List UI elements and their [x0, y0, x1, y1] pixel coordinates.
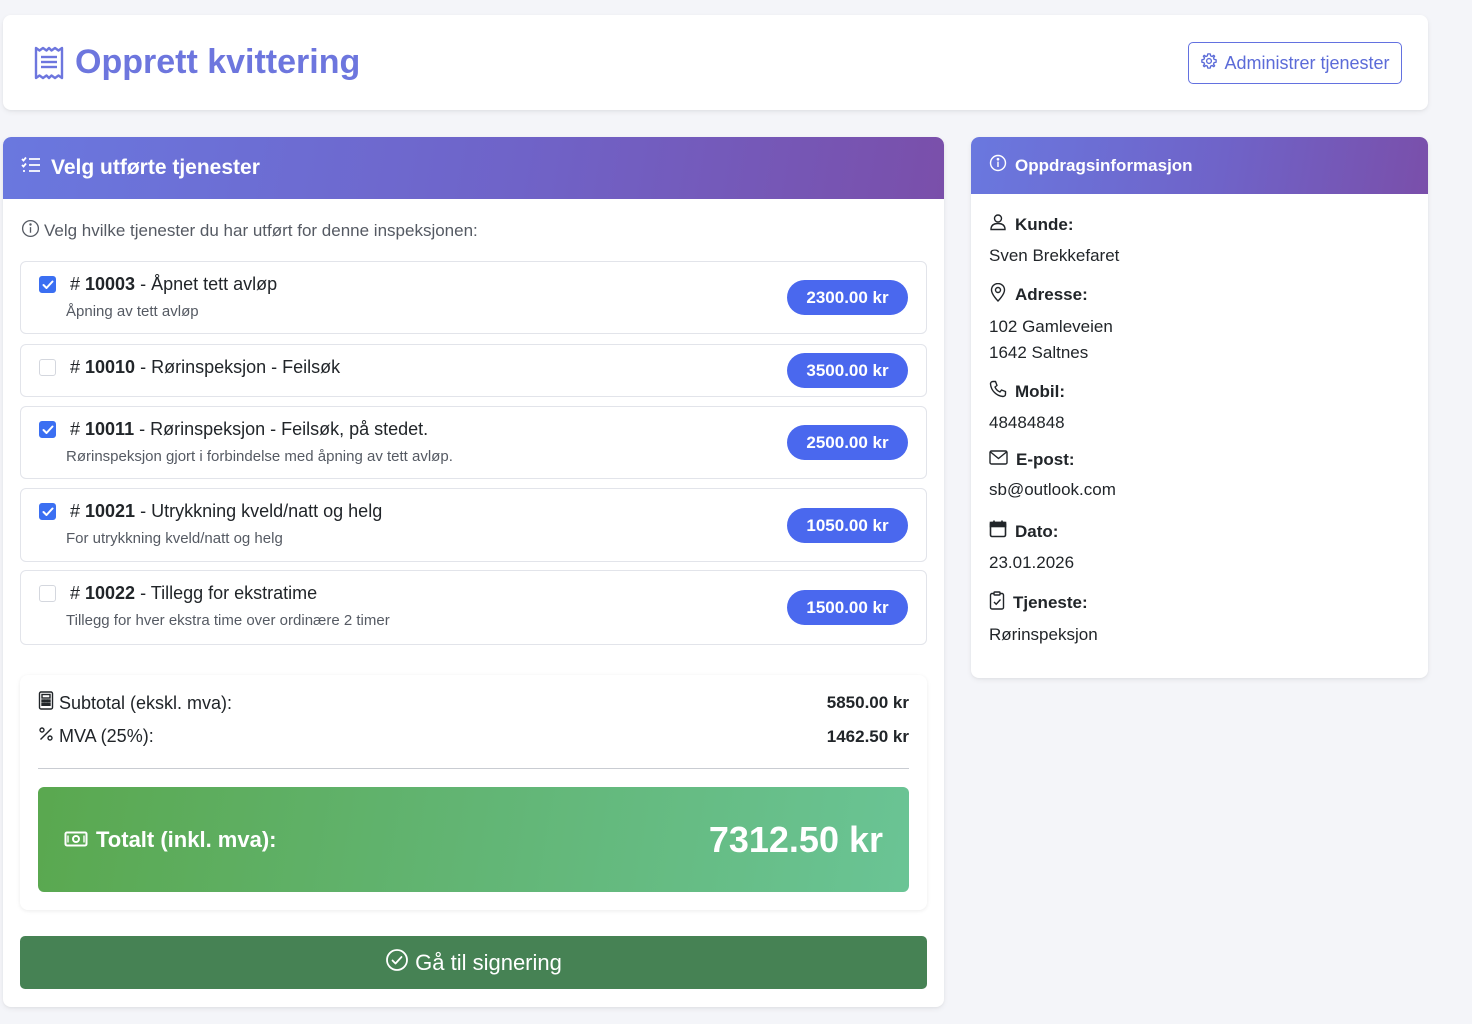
service-block: Tjeneste: Rørinspeksjon — [989, 591, 1098, 648]
services-intro-text: Velg hvilke tjenester du har utført for … — [44, 221, 478, 240]
person-icon — [989, 213, 1007, 236]
service-price-badge: 2500.00 kr — [787, 425, 908, 460]
email-value: sb@outlook.com — [989, 480, 1116, 499]
service-checkbox[interactable] — [39, 421, 56, 438]
service-item-10003[interactable]: # 10003 - Åpnet tett avløp Åpning av tet… — [20, 261, 927, 334]
service-title: # 10003 - Åpnet tett avløp — [70, 274, 278, 294]
address-block: Adresse: 102 Gamleveien 1642 Saltnes — [989, 282, 1113, 366]
subtotal-row: Subtotal (ekskl. mva): 5850.00 kr — [38, 691, 909, 715]
services-card-header: Velg utførte tjenester — [3, 137, 944, 199]
mobile-block: Mobil: 48484848 — [989, 380, 1065, 436]
info-circle-icon — [989, 154, 1007, 177]
service-price-badge: 2300.00 kr — [787, 280, 908, 315]
service-title: # 10021 - Utrykkning kveld/natt og helg — [70, 501, 383, 521]
service-item-10021[interactable]: # 10021 - Utrykkning kveld/natt og helg … — [20, 488, 927, 562]
check-circle-icon — [385, 948, 409, 978]
geo-pin-icon — [989, 282, 1007, 307]
assignment-info-card: Oppdragsinformasjon Kunde: Sven Brekkefa… — [971, 137, 1428, 678]
grand-total-value: 7312.50 kr — [708, 818, 883, 860]
grand-total-box: Totalt (inkl. mva): 7312.50 kr — [38, 787, 909, 892]
email-block: E-post: sb@outlook.com — [989, 450, 1116, 503]
service-number: 10011 — [85, 419, 135, 439]
service-title: # 10022 - Tillegg for ekstratime — [70, 583, 318, 603]
service-name: Tillegg for ekstratime — [150, 583, 318, 603]
address-label: Adresse: — [1015, 285, 1088, 304]
percent-icon — [38, 726, 54, 747]
address-line-1: 102 Gamleveien — [989, 317, 1113, 336]
page-header: Opprett kvittering Administrer tjenester — [3, 15, 1428, 110]
service-number: 10010 — [85, 357, 136, 377]
vat-label: MVA (25%): — [59, 726, 154, 746]
date-block: Dato: 23.01.2026 — [989, 520, 1074, 576]
service-item-10022[interactable]: # 10022 - Tillegg for ekstratime Tillegg… — [20, 570, 927, 645]
service-price-badge: 1050.00 kr — [787, 508, 908, 543]
service-name: Rørinspeksjon - Feilsøk — [151, 357, 341, 377]
receipt-icon — [33, 46, 65, 80]
subtotal-value: 5850.00 kr — [826, 693, 909, 712]
subtotal-label: Subtotal (ekskl. mva): — [59, 692, 233, 713]
mobile-label: Mobil: — [1015, 381, 1066, 401]
admin-services-button[interactable]: Administrer tjenester — [1188, 42, 1402, 84]
date-label: Dato: — [1015, 521, 1059, 541]
service-description: Rørinspeksjon gjort i forbindelse med åp… — [66, 448, 453, 465]
service-price-badge: 3500.00 kr — [787, 353, 908, 388]
totals-divider — [38, 768, 909, 769]
address-value: 102 Gamleveien 1642 Saltnes — [989, 314, 1113, 366]
service-number: 10021 — [85, 501, 136, 521]
service-title: # 10011 - Rørinspeksjon - Feilsøk, på st… — [70, 419, 429, 439]
services-card-title: Velg utførte tjenester — [51, 156, 260, 179]
clipboard-check-icon — [989, 591, 1005, 615]
calendar-icon — [989, 520, 1007, 543]
mobile-value: 48484848 — [989, 413, 1065, 432]
customer-label: Kunde: — [1015, 214, 1074, 234]
service-description: Tillegg for hver ekstra time over ordinæ… — [66, 612, 390, 629]
service-number: 10022 — [85, 583, 136, 603]
service-title: # 10010 - Rørinspeksjon - Feilsøk — [70, 357, 341, 377]
service-number: 10003 — [85, 274, 136, 294]
services-card: Velg utførte tjenester Velg hvilke tjene… — [3, 137, 944, 1007]
service-item-10011[interactable]: # 10011 - Rørinspeksjon - Feilsøk, på st… — [20, 406, 927, 479]
envelope-icon — [989, 450, 1008, 470]
service-description: For utrykkning kveld/natt og helg — [66, 530, 283, 547]
info-circle-icon — [21, 219, 40, 243]
gear-icon — [1200, 52, 1218, 75]
services-intro: Velg hvilke tjenester du har utført for … — [21, 219, 478, 243]
service-name: Utrykkning kveld/natt og helg — [151, 501, 383, 521]
address-line-2: 1642 Saltnes — [989, 343, 1089, 362]
admin-services-label: Administrer tjenester — [1224, 52, 1390, 73]
customer-block: Kunde: Sven Brekkefaret — [989, 213, 1119, 269]
service-checkbox[interactable] — [39, 276, 56, 293]
customer-value: Sven Brekkefaret — [989, 246, 1120, 265]
page-title: Opprett kvittering — [33, 43, 360, 82]
info-card-header: Oppdragsinformasjon — [971, 137, 1428, 194]
service-checkbox[interactable] — [39, 585, 56, 602]
email-label: E-post: — [1016, 450, 1075, 469]
page-title-text: Opprett kvittering — [75, 43, 361, 81]
service-item-10010[interactable]: # 10010 - Rørinspeksjon - Feilsøk 3500.0… — [20, 344, 927, 397]
service-name: Rørinspeksjon - Feilsøk, på stedet. — [150, 419, 429, 439]
date-value: 23.01.2026 — [989, 553, 1075, 572]
cash-icon — [64, 827, 88, 853]
list-check-icon — [21, 156, 41, 180]
calculator-icon — [38, 691, 54, 715]
grand-total-label: Totalt (inkl. mva): — [96, 826, 277, 852]
go-to-signing-label: Gå til signering — [415, 949, 562, 975]
vat-row: MVA (25%): 1462.50 kr — [38, 726, 909, 747]
service-description: Åpning av tett avløp — [66, 303, 199, 320]
service-checkbox[interactable] — [39, 503, 56, 520]
totals-panel: Subtotal (ekskl. mva): 5850.00 kr MVA (2… — [20, 675, 927, 910]
telephone-icon — [989, 380, 1007, 403]
vat-value: 1462.50 kr — [826, 726, 909, 746]
service-label: Tjeneste: — [1013, 593, 1088, 612]
service-price-badge: 1500.00 kr — [787, 590, 908, 625]
info-card-title: Oppdragsinformasjon — [1015, 155, 1193, 175]
go-to-signing-button[interactable]: Gå til signering — [20, 936, 927, 989]
service-checkbox[interactable] — [39, 359, 56, 376]
service-value: Rørinspeksjon — [989, 625, 1098, 644]
service-name: Åpnet tett avløp — [151, 274, 278, 294]
